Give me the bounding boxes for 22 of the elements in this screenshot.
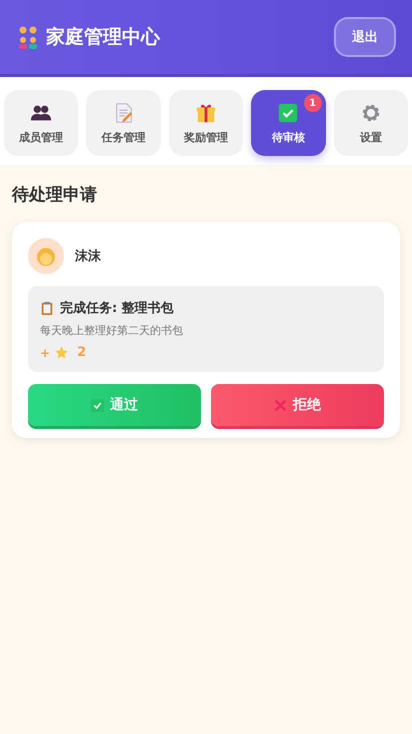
avatar-icon [28,238,64,274]
clipboard-icon [40,300,54,316]
reject-button[interactable]: 拒绝 [211,384,384,426]
reward-amount: 2 [77,345,86,360]
logout-button[interactable]: 退出 [334,17,396,57]
check-icon [277,102,300,124]
nav-tab[interactable]: 成员管理 [4,90,78,156]
task-description: 每天晚上整理好第二天的书包 [40,323,184,338]
app-title: 家庭管理中心 [46,25,160,50]
nav-tab[interactable]: 设置 [334,90,408,156]
task-title: 完成任务: 整理书包 [60,300,174,317]
close-icon [274,398,287,412]
count-badge: 1 [304,94,322,112]
gift-icon [195,102,218,124]
nav-tab[interactable]: 奖励管理 [168,90,244,156]
star-icon [54,345,70,360]
member-name: 沫沫 [75,248,101,265]
section-title: 待处理申请 [12,184,98,206]
check-icon [91,398,104,412]
nav-tab[interactable]: 任务管理 [86,90,161,156]
reward-plus: + [40,346,50,360]
nav-tab[interactable]: 待审核 1 [251,90,326,156]
